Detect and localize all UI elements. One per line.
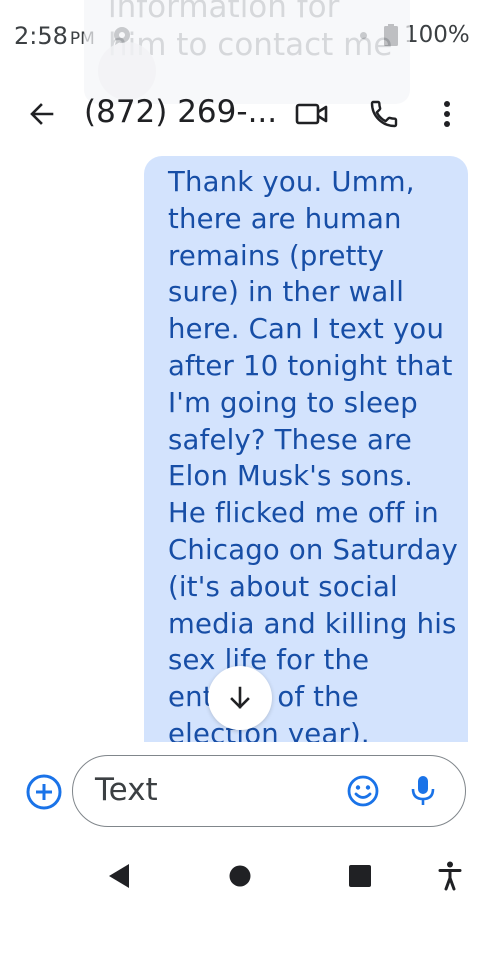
emoji-button[interactable] (345, 773, 381, 809)
more-options-button[interactable] (430, 94, 464, 134)
conversation-title[interactable]: (872) 269-... (84, 94, 277, 130)
message-text: Thank you. Umm, there are human remains … (168, 166, 458, 742)
message-text-field[interactable]: Text (72, 755, 466, 827)
add-attachment-button[interactable] (22, 770, 66, 814)
emoji-icon (347, 775, 379, 807)
phone-call-button[interactable] (364, 94, 404, 134)
nav-back-triangle-icon (109, 864, 129, 888)
video-call-button[interactable] (292, 94, 332, 134)
app-bar: (872) 269-... (0, 82, 480, 146)
video-call-icon (295, 103, 328, 125)
nav-recents-button[interactable] (348, 864, 372, 888)
arrow-down-icon (230, 686, 250, 709)
phone-icon (370, 100, 398, 128)
text-field-placeholder: Text (95, 772, 158, 808)
status-time: 2:58 PM (14, 22, 95, 50)
accessibility-icon (438, 861, 462, 891)
accessibility-button[interactable] (436, 860, 464, 892)
system-nav-bar (0, 848, 480, 904)
add-circle-icon (26, 774, 62, 810)
scroll-to-bottom-button[interactable] (208, 666, 272, 730)
notification-ghost-text: information for him to contact me (108, 0, 393, 63)
battery-percentage: 100% (404, 22, 470, 48)
nav-home-button[interactable] (228, 864, 252, 888)
outgoing-message-bubble[interactable]: Thank you. Umm, there are human remains … (144, 156, 468, 742)
nav-recents-square-icon (349, 865, 371, 887)
voice-input-button[interactable] (405, 771, 441, 811)
message-list[interactable]: Thank you. Umm, there are human remains … (0, 150, 480, 742)
back-arrow-icon (30, 103, 54, 125)
more-vert-icon (444, 101, 450, 127)
nav-home-circle-icon (229, 865, 251, 887)
compose-bar: Text (0, 746, 480, 836)
microphone-icon (411, 776, 435, 805)
nav-back-button[interactable] (104, 860, 134, 892)
back-button[interactable] (22, 94, 62, 134)
